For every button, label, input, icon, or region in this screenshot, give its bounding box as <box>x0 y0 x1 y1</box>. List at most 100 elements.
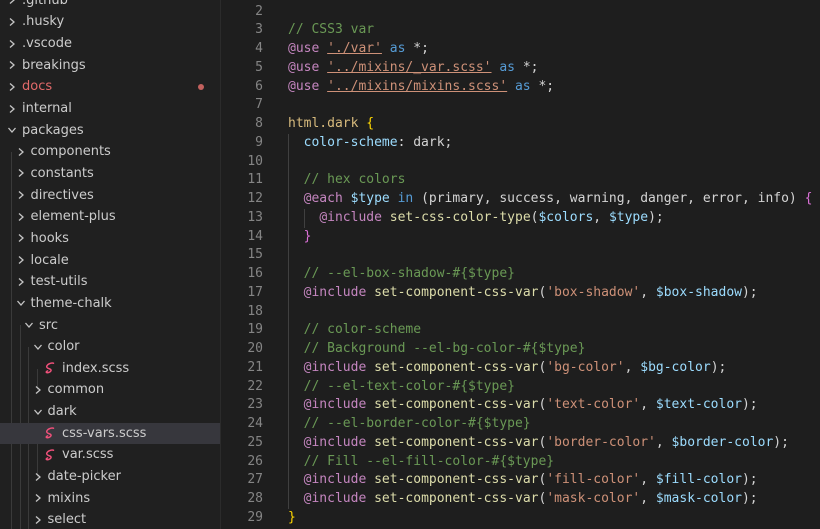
chevron-right-icon[interactable] <box>15 228 27 249</box>
code-line[interactable]: 29} <box>221 509 820 528</box>
tree-folder-internal[interactable]: internal <box>0 98 220 120</box>
tree-folder-color[interactable]: color <box>0 336 220 358</box>
tree-folder-packages[interactable]: packages <box>0 119 220 141</box>
chevron-right-icon[interactable] <box>6 55 18 76</box>
chevron-right-icon[interactable] <box>6 98 18 119</box>
tree-folder-locale[interactable]: locale <box>0 249 220 271</box>
code-token-op <box>319 41 327 56</box>
code-token-at: @include <box>303 397 367 413</box>
tree-folder-breakings[interactable]: breakings <box>0 54 220 76</box>
code-line[interactable]: 4 @use './var' as *; <box>221 40 820 59</box>
code-line[interactable]: 3 // CSS3 var <box>221 21 820 40</box>
code-token-op <box>382 210 390 225</box>
chevron-right-icon[interactable] <box>15 206 27 227</box>
code-line[interactable]: 2 <box>221 3 820 22</box>
code-line[interactable]: 21 @include set-component-css-var('bg-co… <box>221 359 820 378</box>
tree-folder-dark[interactable]: dark <box>0 401 220 423</box>
sass-file-icon <box>44 448 58 462</box>
chevron-right-icon[interactable] <box>15 141 27 162</box>
tree-folder-vscode[interactable]: .vscode <box>0 33 220 55</box>
code-line[interactable]: 11 // hex colors <box>221 171 820 190</box>
chevron-down-icon[interactable] <box>32 336 44 357</box>
tree-folder-husky[interactable]: .husky <box>0 11 220 33</box>
chevron-down-icon[interactable] <box>15 293 27 314</box>
tree-folder-date-picker[interactable]: date-picker <box>0 466 220 488</box>
code-line[interactable]: 12 @each $type in (primary, success, war… <box>221 190 820 209</box>
code-editor[interactable]: 2 3// CSS3 var 4 @use './var' as *; 5 @use '.… <box>221 0 820 529</box>
tree-file-css-vars-scss[interactable]: css-vars.scss <box>0 422 220 445</box>
chevron-right-icon[interactable] <box>15 250 27 271</box>
tree-folder-test-utils[interactable]: test-utils <box>0 271 220 293</box>
tree-folder-select[interactable]: select <box>0 509 220 529</box>
tree-folder-hooks[interactable]: hooks <box>0 228 220 250</box>
code-line[interactable]: 18 <box>221 303 820 322</box>
chevron-right-icon[interactable] <box>6 0 18 11</box>
tree-folder-common[interactable]: common <box>0 379 220 401</box>
code-token-op <box>288 397 304 412</box>
file-explorer: .github .husky .vscode breakings docs interna… <box>0 0 221 529</box>
code-token-op <box>507 79 515 94</box>
tree-folder-constants[interactable]: constants <box>0 163 220 185</box>
tree-folder-directives[interactable]: directives <box>0 184 220 206</box>
code-line[interactable]: 24 // --el-border-color-#{$type} <box>221 415 820 434</box>
code-line[interactable]: 25 @include set-component-css-var('borde… <box>221 434 820 453</box>
chevron-right-icon[interactable] <box>6 33 18 54</box>
code-token-op <box>288 285 304 300</box>
code-line[interactable]: 14 } <box>221 228 820 247</box>
code-token-comment: // Fill --el-fill-color-#{$type} <box>303 453 555 469</box>
tree-folder-components[interactable]: components <box>0 141 220 163</box>
code-token-at: @include <box>303 491 367 506</box>
code-line[interactable]: 9 color-scheme: dark; <box>221 134 820 153</box>
chevron-right-icon[interactable] <box>32 379 44 400</box>
code-line[interactable]: 27 @include set-component-css-var('fill-… <box>221 471 820 490</box>
tree-folder-element-plus[interactable]: element-plus <box>0 206 220 228</box>
tree-folder-docs[interactable]: docs <box>0 76 220 98</box>
code-text: @include set-component-css-var('bg-color… <box>288 359 727 378</box>
chevron-down-icon[interactable] <box>6 120 18 141</box>
chevron-right-icon[interactable] <box>6 76 18 97</box>
code-line[interactable]: 15 <box>221 246 820 265</box>
tree-folder-github[interactable]: .github <box>0 0 220 11</box>
chevron-down-icon[interactable] <box>32 401 44 422</box>
tree-file-index-scss[interactable]: index.scss <box>0 358 220 380</box>
chevron-right-icon[interactable] <box>32 466 44 487</box>
code-line[interactable]: 7 <box>221 96 820 115</box>
line-number: 10 <box>247 153 263 169</box>
code-line[interactable]: 26 // Fill --el-fill-color-#{$type} <box>221 453 820 472</box>
code-line[interactable]: 5 @use '../mixins/_var.scss' as *; <box>221 59 820 78</box>
chevron-down-icon[interactable] <box>23 315 35 336</box>
code-token-comment: // hex colors <box>303 172 406 188</box>
tree-folder-mixins[interactable]: mixins <box>0 487 220 509</box>
code-line[interactable]: 8 html.dark { <box>221 115 820 134</box>
tree-folder-theme-chalk[interactable]: theme-chalk <box>0 293 220 315</box>
code-text: @include set-component-css-var('fill-col… <box>288 471 758 490</box>
chevron-right-icon[interactable] <box>32 488 44 509</box>
code-line[interactable]: 17 @include set-component-css-var('box-s… <box>221 284 820 303</box>
tree-item-label: .github <box>22 0 68 8</box>
line-number: 5 <box>255 59 263 75</box>
code-line[interactable]: 22 // --el-text-color-#{$type} <box>221 378 820 397</box>
code-token-op: ); <box>741 491 758 506</box>
code-token-at: @each <box>303 191 343 206</box>
code-line[interactable]: 10 <box>221 153 820 172</box>
tree-item-label: src <box>39 317 58 333</box>
chevron-right-icon[interactable] <box>6 11 18 32</box>
code-token-op: , <box>640 284 656 300</box>
chevron-right-icon[interactable] <box>32 509 44 529</box>
code-token-op <box>366 472 374 487</box>
code-line[interactable]: 13 @include set-css-color-type($colors, … <box>221 209 820 228</box>
chevron-right-icon[interactable] <box>15 271 27 292</box>
code-line[interactable]: 23 @include set-component-css-var('text-… <box>221 396 820 415</box>
code-line[interactable]: 28 @include set-component-css-var('mask-… <box>221 490 820 509</box>
code-line[interactable]: 20 // Background --el-bg-color-#{$type} <box>221 340 820 359</box>
code-line[interactable]: 6 @use '../mixins/mixins.scss' as *; <box>221 78 820 97</box>
tree-file-var-scss[interactable]: var.scss <box>0 444 220 466</box>
code-line[interactable]: 19 // color-scheme <box>221 321 820 340</box>
chevron-right-icon[interactable] <box>15 163 27 184</box>
chevron-right-icon[interactable] <box>15 185 27 206</box>
line-number: 29 <box>247 509 263 525</box>
tree-folder-src[interactable]: src <box>0 314 220 336</box>
code-line[interactable]: 16 // --el-box-shadow-#{$type} <box>221 265 820 284</box>
tree-item-label: hooks <box>30 230 69 246</box>
code-token-sel: html.dark <box>288 116 359 131</box>
